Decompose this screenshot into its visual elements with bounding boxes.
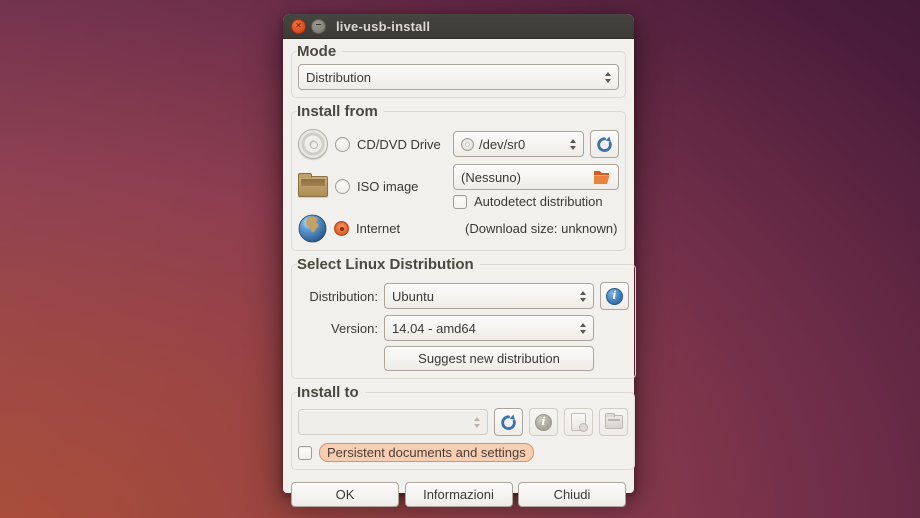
dialog-footer: OK Informazioni Chiudi bbox=[291, 482, 626, 507]
suggest-distribution-button-label: Suggest new distribution bbox=[418, 351, 560, 366]
version-value: 14.04 - amd64 bbox=[392, 321, 575, 336]
persistent-row: Persistent documents and settings bbox=[298, 443, 628, 462]
cd-drive-radio-label: CD/DVD Drive bbox=[357, 137, 441, 152]
iso-radio[interactable] bbox=[335, 179, 350, 194]
version-label: Version: bbox=[298, 321, 378, 336]
select-distribution-section: Select Linux Distribution Distribution: … bbox=[291, 256, 636, 379]
mode-section: Mode Distribution bbox=[291, 43, 626, 98]
install-to-section-label: Install to bbox=[297, 384, 365, 401]
persistent-checkbox[interactable] bbox=[298, 446, 312, 460]
version-row: Version: 14.04 - amd64 bbox=[298, 315, 629, 341]
window-title: live-usb-install bbox=[336, 19, 430, 34]
internet-radio[interactable] bbox=[334, 221, 349, 236]
iso-radio-label: ISO image bbox=[357, 179, 418, 194]
folder-icon bbox=[605, 415, 623, 429]
cd-device-value: /dev/sr0 bbox=[479, 137, 565, 152]
titlebar: live-usb-install bbox=[283, 14, 634, 39]
internet-radio-label: Internet bbox=[356, 221, 400, 236]
mode-section-label: Mode bbox=[297, 43, 342, 60]
install-from-section-label: Install from bbox=[297, 103, 384, 120]
chiudi-button[interactable]: Chiudi bbox=[518, 482, 626, 507]
internet-row: Internet (Download size: unknown) bbox=[298, 214, 619, 243]
mode-combobox-value: Distribution bbox=[306, 70, 600, 85]
suggest-distribution-button[interactable]: Suggest new distribution bbox=[384, 346, 594, 371]
refresh-icon bbox=[596, 136, 613, 153]
close-icon[interactable] bbox=[291, 19, 306, 34]
persistent-checkbox-label: Persistent documents and settings bbox=[319, 443, 534, 462]
version-combobox[interactable]: 14.04 - amd64 bbox=[384, 315, 594, 341]
suggest-row: Suggest new distribution bbox=[298, 346, 629, 371]
cd-drive-row: CD/DVD Drive /dev/sr0 bbox=[298, 129, 619, 159]
spinner-arrows-icon bbox=[605, 72, 611, 83]
iso-file-chooser-button[interactable]: (Nessuno) bbox=[453, 164, 619, 190]
autodetect-row: Autodetect distribution bbox=[453, 194, 619, 209]
document-icon bbox=[571, 413, 586, 431]
refresh-drives-button[interactable] bbox=[590, 130, 619, 158]
refresh-targets-button[interactable] bbox=[494, 408, 523, 436]
globe-icon bbox=[298, 214, 327, 243]
distribution-info-button[interactable] bbox=[600, 282, 629, 310]
distribution-combobox[interactable]: Ubuntu bbox=[384, 283, 594, 309]
spinner-arrows-icon bbox=[474, 417, 480, 428]
target-browse-button bbox=[599, 408, 628, 436]
live-usb-install-window: live-usb-install Mode Distribution Insta… bbox=[283, 14, 634, 493]
chiudi-button-label: Chiudi bbox=[554, 487, 591, 502]
target-device-combobox[interactable] bbox=[298, 409, 488, 435]
iso-file-value: (Nessuno) bbox=[461, 170, 588, 185]
download-size-text: (Download size: unknown) bbox=[453, 221, 617, 236]
target-row bbox=[298, 408, 628, 436]
autodetect-checkbox[interactable] bbox=[453, 195, 467, 209]
spinner-arrows-icon bbox=[580, 323, 586, 334]
target-info-button bbox=[529, 408, 558, 436]
info-icon bbox=[535, 414, 552, 431]
refresh-icon bbox=[500, 414, 517, 431]
informazioni-button-label: Informazioni bbox=[423, 487, 494, 502]
iso-row: ISO image (Nessuno) Autodetect distribut… bbox=[298, 164, 619, 209]
info-icon bbox=[606, 288, 623, 305]
cd-disc-icon bbox=[298, 129, 328, 159]
install-from-section: Install from CD/DVD Drive /dev/sr0 bbox=[291, 103, 626, 251]
minimize-icon[interactable] bbox=[311, 19, 326, 34]
distribution-value: Ubuntu bbox=[392, 289, 575, 304]
ok-button-label: OK bbox=[336, 487, 355, 502]
install-to-section: Install to bbox=[291, 384, 635, 470]
autodetect-checkbox-label: Autodetect distribution bbox=[474, 194, 603, 209]
dialog-content: Mode Distribution Install from CD/DVD Dr… bbox=[283, 39, 634, 513]
target-eject-button bbox=[564, 408, 593, 436]
mode-combobox[interactable]: Distribution bbox=[298, 64, 619, 90]
spinner-arrows-icon bbox=[570, 139, 576, 150]
informazioni-button[interactable]: Informazioni bbox=[405, 482, 513, 507]
cd-drive-radio[interactable] bbox=[335, 137, 350, 152]
cd-disc-small-icon bbox=[461, 138, 474, 151]
folder-icon bbox=[298, 176, 328, 197]
cd-device-combobox[interactable]: /dev/sr0 bbox=[453, 131, 584, 157]
distribution-row: Distribution: Ubuntu bbox=[298, 282, 629, 310]
ok-button[interactable]: OK bbox=[291, 482, 399, 507]
open-folder-icon bbox=[593, 170, 611, 185]
spinner-arrows-icon bbox=[580, 291, 586, 302]
distribution-label: Distribution: bbox=[298, 289, 378, 304]
select-distribution-section-label: Select Linux Distribution bbox=[297, 256, 480, 273]
